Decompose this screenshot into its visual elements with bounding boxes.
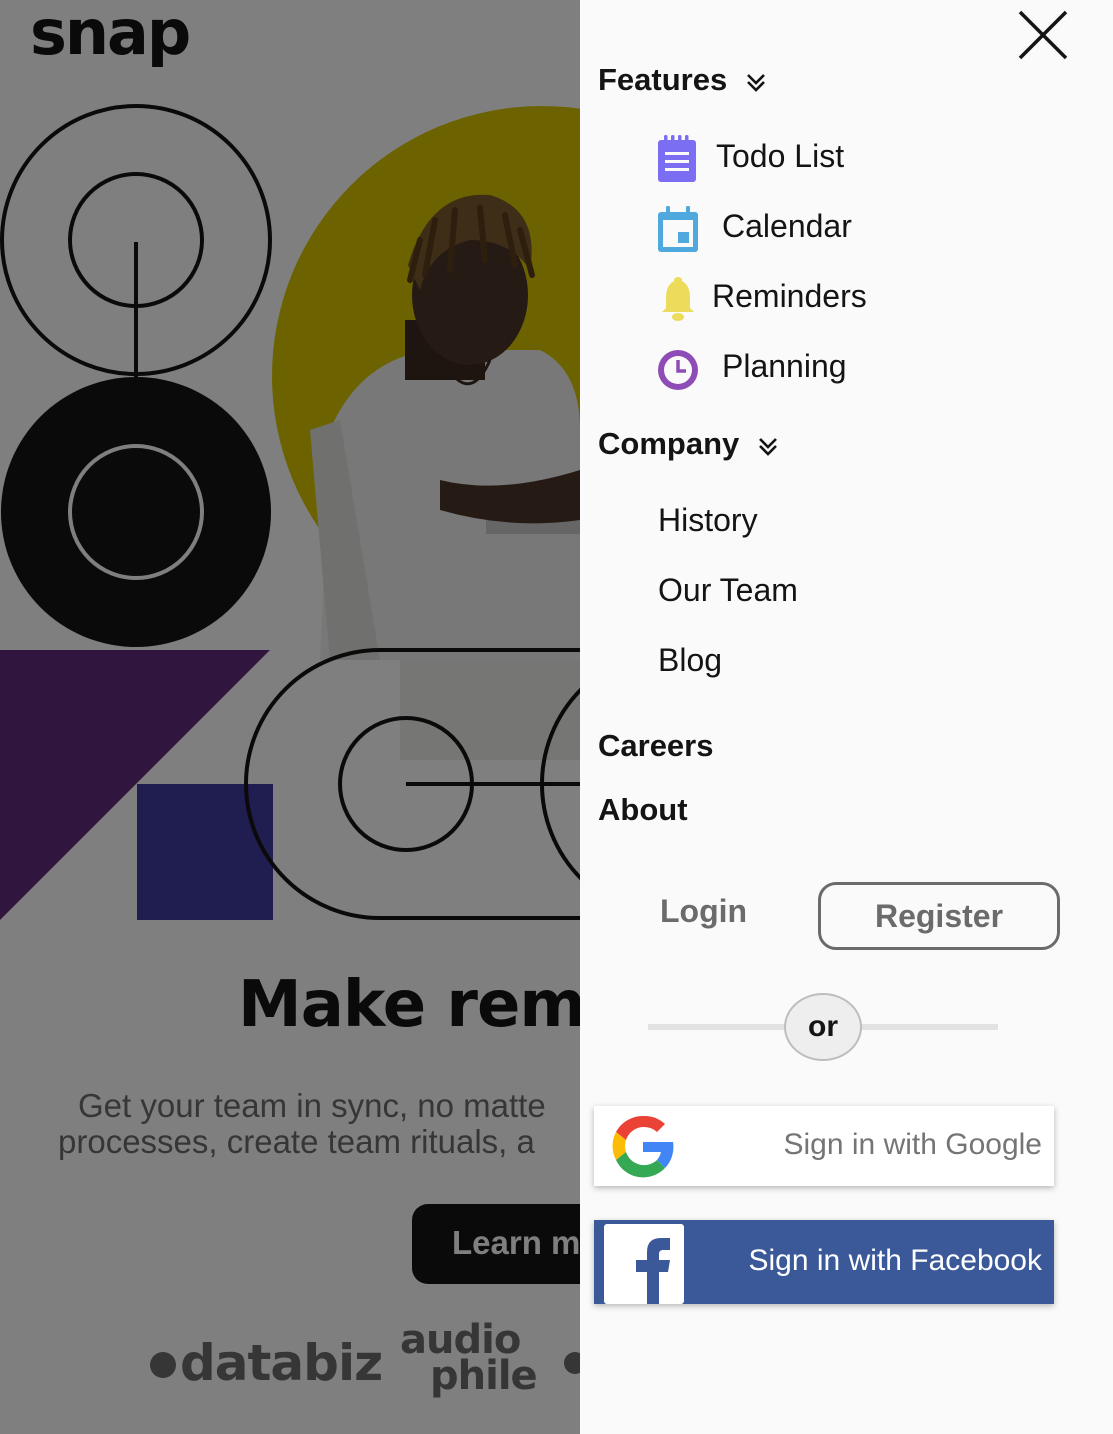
menu-item-careers[interactable]: Careers — [598, 728, 713, 764]
google-sign-in-label: Sign in with Google — [783, 1128, 1043, 1161]
google-logo-icon — [612, 1115, 674, 1178]
facebook-sign-in-button[interactable]: Sign in with Facebook — [594, 1220, 1054, 1304]
calendar-icon — [658, 206, 698, 252]
company-dropdown-toggle[interactable]: Company — [598, 426, 779, 462]
features-label: Features — [598, 62, 728, 97]
double-chevron-down-icon — [759, 437, 778, 456]
features-dropdown-toggle[interactable]: Features — [598, 62, 767, 98]
menu-item-about[interactable]: About — [598, 792, 688, 828]
menu-item-planning-label: Planning — [722, 348, 847, 384]
menu-item-calendar-label: Calendar — [722, 208, 852, 244]
menu-item-our-team[interactable]: Our Team — [658, 572, 798, 609]
login-link[interactable]: Login — [660, 893, 747, 930]
mobile-nav-drawer: Features Todo List Calendar Reminders Pl… — [580, 0, 1113, 1434]
double-chevron-down-icon — [747, 73, 766, 92]
register-button[interactable]: Register — [818, 882, 1060, 950]
bell-icon — [662, 277, 694, 321]
clock-icon — [658, 350, 698, 390]
or-divider: or — [784, 993, 862, 1061]
company-label: Company — [598, 426, 740, 461]
close-x-icon[interactable] — [1016, 8, 1070, 62]
menu-item-history[interactable]: History — [658, 502, 758, 539]
google-sign-in-button[interactable]: Sign in with Google — [594, 1106, 1054, 1186]
menu-item-todo-list-label: Todo List — [716, 138, 845, 174]
menu-item-blog[interactable]: Blog — [658, 642, 722, 679]
todo-list-icon — [658, 135, 696, 182]
facebook-logo-icon — [604, 1224, 684, 1304]
facebook-sign-in-label: Sign in with Facebook — [748, 1244, 1043, 1277]
menu-item-reminders-label: Reminders — [712, 278, 867, 314]
